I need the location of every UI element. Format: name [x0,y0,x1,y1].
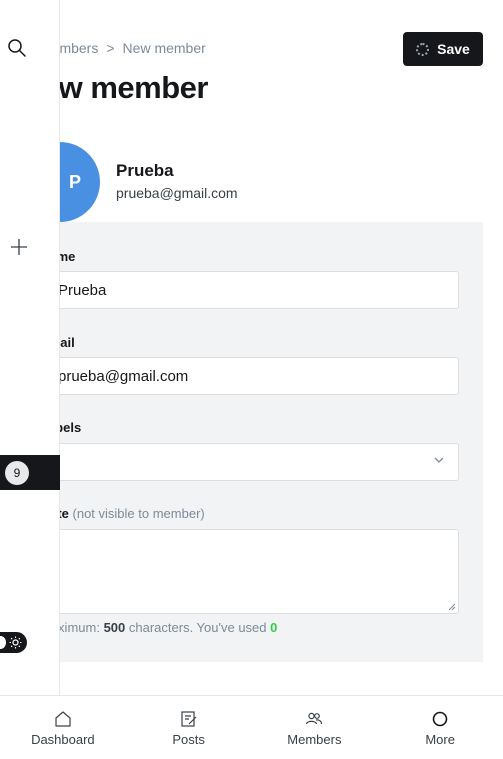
breadcrumb-current: New member [122,40,206,56]
email-field-value: prueba@gmail.com [58,367,189,385]
member-email: prueba@gmail.com [116,185,238,201]
character-limit-hint: Maximum: 500 characters. You've used 0 [40,620,277,635]
tab-more[interactable]: More [377,696,503,759]
member-name: Prueba [116,161,174,180]
plus-icon[interactable] [10,238,28,256]
chevron-down-icon [434,457,444,463]
note-label: Note (not visible to member) [40,506,205,521]
tab-posts-label: Posts [172,732,205,747]
toggle-knob [0,636,6,649]
limit-used: 0 [270,620,278,635]
name-field[interactable]: Prueba [30,271,459,309]
notification-badge: 9 [5,461,29,485]
avatar-initial: P [68,171,81,192]
limit-max: 500 [103,620,126,635]
limit-middle: characters. You've used [125,620,271,635]
labels-select[interactable] [30,443,459,481]
search-icon[interactable] [7,38,27,58]
tab-dashboard[interactable]: Dashboard [0,696,126,759]
tab-posts[interactable]: Posts [126,696,252,759]
theme-toggle[interactable] [0,632,27,653]
name-field-value: Prueba [58,281,107,299]
sun-icon [9,636,22,649]
note-label-hint: (not visible to member) [72,506,205,521]
bottom-tab-bar: Dashboard Posts Members More [0,695,503,759]
home-icon [55,711,71,727]
tab-more-label: More [425,732,455,747]
save-button[interactable]: Save [403,32,483,66]
save-button-label: Save [437,41,470,57]
resize-handle-icon[interactable] [448,603,456,611]
main-content: Members > New member Save New member P P… [0,0,503,695]
breadcrumb: Members > New member [40,40,206,56]
notification-bar[interactable]: 9 [0,455,60,490]
note-textarea[interactable] [30,529,459,614]
more-icon [432,711,448,727]
tab-members-label: Members [287,732,342,747]
email-field[interactable]: prueba@gmail.com [30,357,459,395]
members-icon [306,712,323,725]
tab-members[interactable]: Members [252,696,378,759]
sidebar: 9 [0,0,60,695]
posts-icon [181,711,197,727]
tab-dashboard-label: Dashboard [31,732,95,747]
loading-spinner-icon [416,42,430,56]
breadcrumb-separator: > [106,40,115,56]
